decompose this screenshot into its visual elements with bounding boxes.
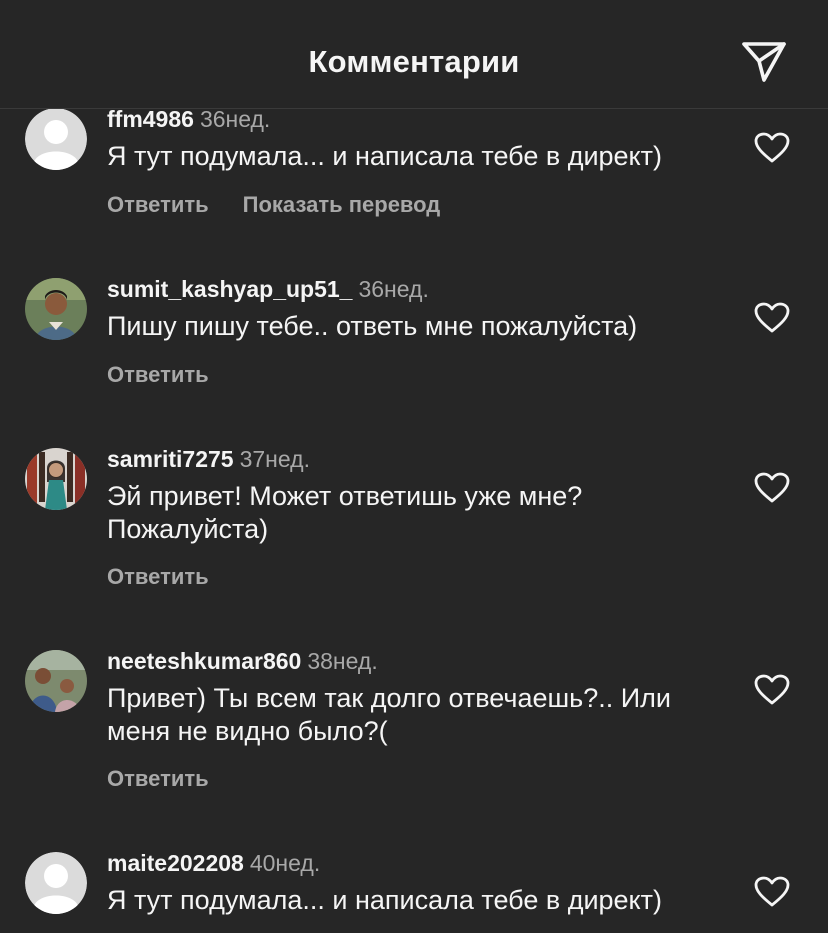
user-photo-icon [25, 278, 87, 340]
comment-text: Я тут подумала... и написала тебе в дире… [107, 141, 663, 171]
like-button[interactable] [754, 302, 790, 334]
comment-meta: samriti7275 37нед. [107, 444, 310, 474]
heart-icon [754, 674, 790, 705]
avatar[interactable] [25, 278, 87, 340]
heart-icon [754, 472, 790, 503]
avatar[interactable] [25, 448, 87, 510]
heart-icon [754, 302, 790, 333]
reply-button[interactable]: Ответить [107, 564, 209, 589]
comment-meta: maite202208 40нед. [107, 848, 320, 878]
reply-button[interactable]: Ответить [107, 362, 209, 387]
comment-actions: Ответить Показать перевод [107, 192, 440, 218]
reply-button[interactable]: Ответить [107, 192, 209, 217]
comment-text: Эй привет! Может ответишь уже мне? Пожал… [107, 481, 583, 544]
user-photo-icon [25, 650, 87, 712]
avatar[interactable] [25, 852, 87, 914]
comment-username[interactable]: ffm4986 [107, 106, 194, 132]
comment-actions: Ответить [107, 362, 209, 388]
like-button[interactable] [754, 674, 790, 706]
page-title: Комментарии [308, 44, 520, 79]
comment-meta: neeteshkumar860 38нед. [107, 646, 378, 676]
comment-text: Привет) Ты всем так долго отвечаешь?.. И… [107, 683, 671, 746]
like-button[interactable] [754, 132, 790, 164]
comments-screen: Комментарии ffm4986 36нед. Я тут подумала… [0, 0, 828, 933]
avatar[interactable] [25, 650, 87, 712]
comment-time: 38нед. [307, 648, 378, 674]
heart-icon [754, 132, 790, 163]
heart-icon [754, 876, 790, 907]
comment-actions: Ответить [107, 564, 209, 590]
comment-username[interactable]: maite202208 [107, 850, 244, 876]
show-translation-button[interactable]: Показать перевод [243, 192, 441, 217]
comment-actions: Ответить [107, 766, 209, 792]
default-avatar-icon [25, 852, 87, 914]
share-button[interactable] [740, 40, 788, 84]
paper-plane-icon [742, 42, 786, 82]
header: Комментарии [0, 0, 828, 109]
comment-meta: sumit_kashyap_up51_ 36нед. [107, 274, 429, 304]
comment-username[interactable]: samriti7275 [107, 446, 234, 472]
avatar[interactable] [25, 108, 87, 170]
user-photo-icon [25, 448, 87, 510]
like-button[interactable] [754, 472, 790, 504]
like-button[interactable] [754, 876, 790, 908]
comment-time: 36нед. [199, 106, 271, 132]
comment-username[interactable]: neeteshkumar860 [107, 648, 301, 674]
comment-time: 37нед. [239, 446, 310, 472]
comment-username[interactable]: sumit_kashyap_up51_ [107, 276, 352, 302]
comment-time: 36нед. [358, 276, 429, 302]
comment-time: 40нед. [249, 850, 321, 876]
comment-text: Я тут подумала... и написала тебе в дире… [107, 885, 663, 915]
reply-button[interactable]: Ответить [107, 766, 209, 791]
comment-text: Пишу пишу тебе.. ответь мне пожалуйста) [107, 311, 638, 341]
default-avatar-icon [25, 108, 87, 170]
